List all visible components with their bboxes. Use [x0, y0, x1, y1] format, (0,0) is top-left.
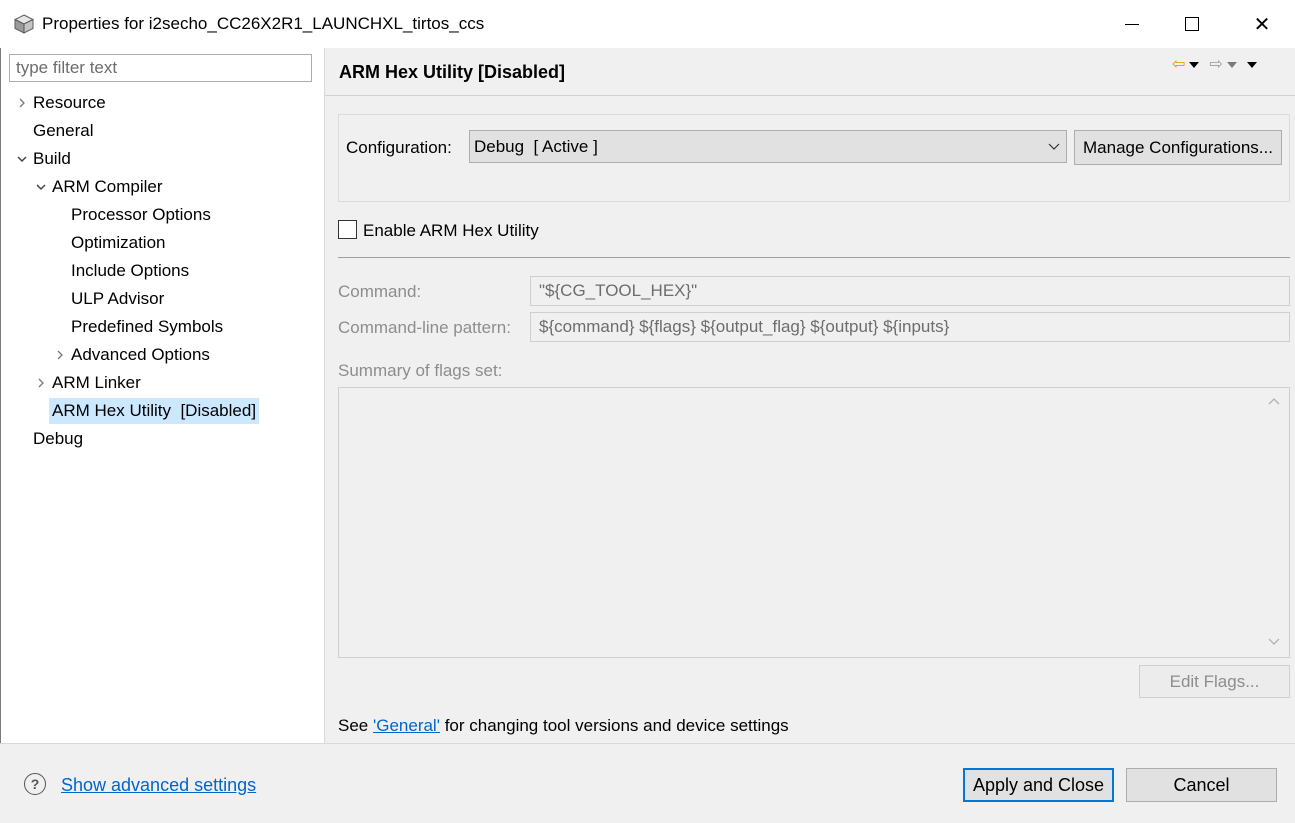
command-pattern-field[interactable]: ${command} ${flags} ${output_flag} ${out…	[530, 312, 1290, 342]
tree-item[interactable]: Resource	[33, 90, 106, 116]
tree-item[interactable]: Advanced Options	[71, 342, 210, 368]
maximize-icon	[1185, 17, 1199, 31]
tree-item[interactable]: ARM Compiler	[52, 174, 163, 200]
hint-prefix: See	[338, 716, 373, 735]
manage-configurations-button[interactable]: Manage Configurations...	[1074, 130, 1282, 165]
back-history-dropdown-icon[interactable]	[1189, 62, 1200, 68]
tree-item[interactable]: ARM Linker	[52, 370, 141, 396]
separator	[338, 257, 1290, 258]
forward-arrow-icon[interactable]: ⇨	[1209, 56, 1222, 74]
tree-item[interactable]: Predefined Symbols	[71, 314, 223, 340]
tree-item[interactable]: General	[33, 118, 93, 144]
window-title: Properties for i2secho_CC26X2R1_LAUNCHXL…	[42, 14, 485, 33]
command-field[interactable]: "${CG_TOOL_HEX}"	[530, 276, 1290, 306]
edit-flags-button[interactable]: Edit Flags...	[1139, 665, 1290, 698]
command-pattern-label: Command-line pattern:	[338, 318, 511, 337]
scroll-down-icon[interactable]	[1268, 635, 1280, 649]
view-menu-icon[interactable]	[1246, 62, 1257, 68]
command-label: Command:	[338, 282, 422, 301]
tree-item[interactable]: Debug	[33, 426, 83, 452]
cancel-button[interactable]: Cancel	[1126, 768, 1277, 802]
minimize-button[interactable]	[1102, 0, 1162, 48]
chevron-right-icon[interactable]	[33, 370, 49, 396]
chevron-down-icon[interactable]	[33, 174, 49, 200]
summary-label: Summary of flags set:	[338, 361, 503, 380]
close-icon: ✕	[1253, 13, 1271, 36]
page-title: ARM Hex Utility [Disabled]	[339, 62, 566, 82]
tree-item[interactable]: ARM Hex Utility [Disabled]	[49, 398, 260, 424]
chevron-right-icon[interactable]	[14, 90, 30, 116]
apply-and-close-button[interactable]: Apply and Close	[963, 768, 1114, 802]
filter-input[interactable]	[9, 54, 312, 82]
chevron-right-icon[interactable]	[52, 342, 68, 368]
back-arrow-icon[interactable]: ⇦	[1172, 56, 1185, 74]
help-icon[interactable]: ?	[24, 773, 46, 795]
chevron-down-icon[interactable]	[1046, 130, 1062, 163]
show-advanced-settings-link[interactable]: Show advanced settings	[61, 775, 256, 796]
tree-item[interactable]: Optimization	[71, 230, 165, 256]
general-link[interactable]: 'General'	[373, 716, 440, 735]
tree-item[interactable]: ULP Advisor	[71, 286, 164, 312]
properties-cube-icon	[13, 14, 35, 34]
summary-textarea[interactable]	[338, 387, 1290, 658]
hint-suffix: for changing tool versions and device se…	[439, 716, 789, 735]
enable-hex-utility-checkbox[interactable]	[338, 220, 357, 239]
forward-history-dropdown-icon[interactable]	[1226, 62, 1237, 68]
tree-item[interactable]: Processor Options	[71, 202, 211, 228]
minimize-icon	[1125, 23, 1139, 25]
enable-hex-utility-label[interactable]: Enable ARM Hex Utility	[363, 221, 539, 241]
history-nav: ⇦ ⇨	[1172, 56, 1257, 74]
configuration-label: Configuration:	[346, 138, 452, 157]
maximize-button[interactable]	[1162, 0, 1222, 48]
configuration-select[interactable]: Debug [ Active ]	[469, 130, 1067, 163]
scroll-up-icon[interactable]	[1268, 394, 1280, 408]
general-hint: See 'General' for changing tool versions…	[338, 716, 789, 736]
close-button[interactable]: ✕	[1232, 0, 1292, 48]
tree-item[interactable]: Build	[33, 146, 71, 172]
tree-item[interactable]: Include Options	[71, 258, 189, 284]
chevron-down-icon[interactable]	[14, 146, 30, 172]
